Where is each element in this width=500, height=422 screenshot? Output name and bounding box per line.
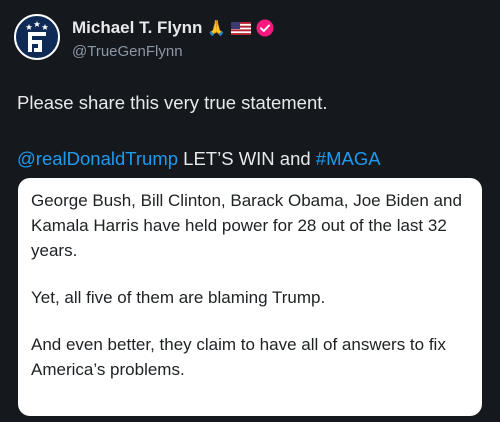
tweet-text-line: @realDonaldTrump LET’S WIN and #MAGA [17, 148, 381, 170]
tweet-text: Please share this very true statement. [17, 92, 328, 113]
mention-link[interactable]: @realDonaldTrump [17, 148, 178, 169]
us-flag-icon [231, 21, 252, 35]
attached-image[interactable]: George Bush, Bill Clinton, Barack Obama,… [18, 178, 482, 416]
author-display-name[interactable]: Michael T. Flynn [72, 18, 202, 38]
image-text-paragraph: George Bush, Bill Clinton, Barack Obama,… [31, 191, 462, 260]
image-text-paragraph: Yet, all five of them are blaming Trump. [31, 288, 326, 307]
folded-hands-icon: 🙏 [207, 18, 227, 37]
gf-star-logo-icon [25, 21, 49, 52]
author-handle[interactable]: @TrueGenFlynn [72, 43, 183, 60]
verified-badge-icon[interactable] [256, 19, 274, 37]
tweet[interactable]: Michael T. Flynn 🙏 @TrueGenFlynn Please … [0, 0, 500, 422]
image-text-paragraph: And even better, they claim to have all … [31, 335, 446, 379]
tweet-text-fragment: LET’S WIN and [178, 148, 316, 169]
avatar[interactable] [14, 14, 60, 60]
author-name-row: Michael T. Flynn 🙏 [72, 18, 274, 38]
hashtag-link[interactable]: #MAGA [316, 148, 381, 169]
